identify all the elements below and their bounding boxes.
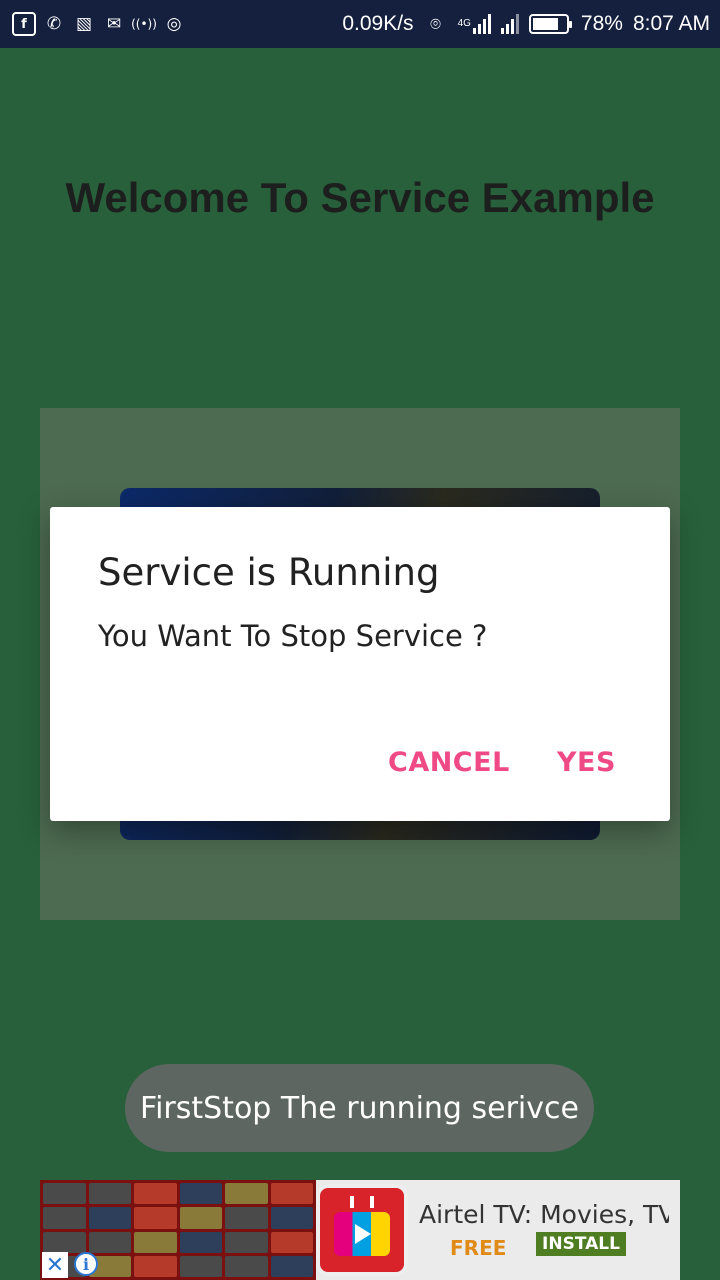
broadcast-icon: ((•)): [131, 17, 157, 31]
signal-icon: [472, 14, 491, 34]
toast-message: FirstStop The running serivce: [125, 1064, 594, 1152]
toast-text: FirstStop The running serivce: [140, 1090, 579, 1126]
ad-close-icon[interactable]: ✕: [42, 1252, 68, 1278]
alert-dialog: Service is Running You Want To Stop Serv…: [50, 507, 670, 821]
network-type: 4G: [457, 18, 471, 29]
dialog-message: You Want To Stop Service ?: [98, 619, 488, 653]
battery-icon: [528, 14, 572, 34]
ad-info-icon[interactable]: i: [74, 1252, 98, 1276]
ad-title[interactable]: Airtel TV: Movies, TV ...: [419, 1200, 669, 1229]
page-title: Welcome To Service Example: [65, 174, 655, 221]
instagram-icon: ◎: [166, 14, 182, 34]
signal-icon-sim2: [500, 14, 519, 34]
notification-icons: f ✆ ▧ ✉ ((•)) ◎: [12, 12, 186, 36]
cancel-button[interactable]: CANCEL: [388, 747, 510, 778]
hotspot-icon: ⌾: [430, 13, 441, 35]
ad-price: FREE: [450, 1236, 507, 1260]
facebook-icon: f: [12, 12, 36, 36]
system-indicators: 0.09K/s ⌾ 4G 78% 8:07 AM: [342, 12, 710, 36]
dialog-title: Service is Running: [98, 551, 440, 594]
gallery-icon: ▧: [75, 14, 93, 34]
ad-banner[interactable]: ✕ i Airtel TV: Movies, TV ... FREE INSTA…: [40, 1180, 680, 1280]
yes-button[interactable]: YES: [557, 747, 616, 778]
airtel-tv-app-icon[interactable]: [316, 1184, 408, 1276]
install-button[interactable]: INSTALL: [536, 1232, 626, 1256]
whatsapp-icon: ✆: [46, 14, 62, 34]
mail-icon: ✉: [106, 14, 122, 34]
battery-percent: 78%: [580, 12, 623, 35]
clock: 8:07 AM: [632, 12, 710, 35]
status-bar: f ✆ ▧ ✉ ((•)) ◎ 0.09K/s ⌾ 4G 78% 8:07 AM: [0, 0, 720, 48]
net-speed: 0.09K/s: [342, 12, 414, 35]
